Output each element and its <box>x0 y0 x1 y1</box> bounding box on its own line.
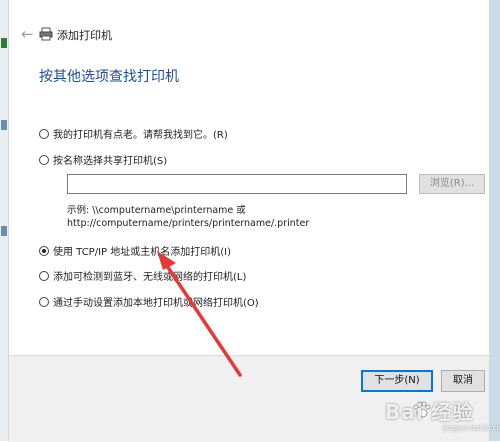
radio-button[interactable] <box>39 128 49 139</box>
option-label: 使用 TCP/IP 地址或主机名添加打印机(I) <box>53 247 231 258</box>
radio-button[interactable] <box>39 154 49 165</box>
next-button[interactable]: 下一步(N) <box>361 370 433 392</box>
cancel-button[interactable]: 取消 <box>441 370 485 392</box>
option-label: 我的打印机有点老。请帮我找到它。(R) <box>53 130 228 141</box>
add-printer-dialog: ← 添加打印机 按其他选项查找打印机 我的打印机有点老。请帮我找到它。(R) 按… <box>8 0 490 442</box>
option-bluetooth-wireless[interactable]: 添加可检测到蓝牙、无线或网络的打印机(L) <box>39 268 246 283</box>
option-old-printer[interactable]: 我的打印机有点老。请帮我找到它。(R) <box>39 126 228 141</box>
baidu-watermark-url: jingyan.baidu.com <box>443 424 500 432</box>
browse-button[interactable]: 浏览(R)... <box>419 174 485 194</box>
option-shared-printer[interactable]: 按名称选择共享打印机(S) <box>39 152 167 167</box>
radio-button[interactable] <box>39 270 49 281</box>
dialog-title: 添加打印机 <box>57 29 112 42</box>
desktop-icon-fragment <box>1 38 7 48</box>
option-label: 添加可检测到蓝牙、无线或网络的打印机(L) <box>53 272 247 283</box>
baidu-watermark: Bai 经验 <box>385 400 474 424</box>
page-heading: 按其他选项查找打印机 <box>39 69 179 85</box>
radio-button-selected[interactable] <box>39 245 49 256</box>
desktop-icon-fragment <box>1 120 7 130</box>
example-line-2: http://computername/printers/printername… <box>67 218 310 229</box>
option-tcpip[interactable]: 使用 TCP/IP 地址或主机名添加打印机(I) <box>39 243 231 258</box>
radio-button[interactable] <box>39 296 49 307</box>
option-label: 按名称选择共享打印机(S) <box>53 156 168 167</box>
dialog-header: ← 添加打印机 <box>9 24 489 48</box>
example-text: 示例: \\computername\printername 或 http://… <box>67 204 309 230</box>
option-manual-local[interactable]: 通过手动设置添加本地打印机或网络打印机(O) <box>39 294 259 309</box>
shared-printer-name-input[interactable] <box>67 174 407 194</box>
back-arrow-icon[interactable]: ← <box>21 25 34 43</box>
option-label: 通过手动设置添加本地打印机或网络打印机(O) <box>53 298 259 309</box>
desktop-icon-fragment <box>1 226 7 236</box>
example-line-1: 示例: \\computername\printername 或 <box>67 205 246 216</box>
printer-icon <box>39 27 53 41</box>
